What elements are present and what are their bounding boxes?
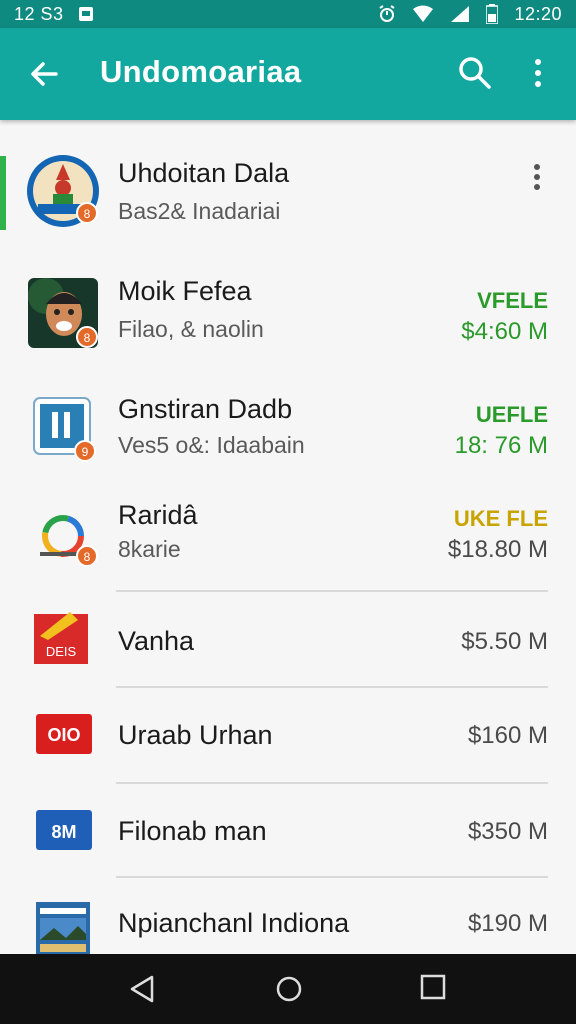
icon-label: DEIS (46, 644, 77, 659)
red-card-app-icon: DEIS (34, 612, 88, 664)
page-title: Undomoariaa (100, 54, 302, 89)
battery-icon (486, 4, 499, 24)
list-item[interactable]: OIO Uraab Urhan $160 M (0, 688, 576, 782)
more-vert-icon[interactable] (528, 56, 548, 90)
icon-label: 8M (51, 822, 76, 842)
app-subtitle: 8karie (118, 536, 181, 562)
emblem-app-icon: 8 (27, 155, 99, 227)
list-item[interactable]: 8 Uhdoitan Dala Bas2& Inadariai (0, 120, 576, 240)
badge-count: 8 (84, 550, 91, 564)
list-item[interactable]: 9 Gnstiran Dadb Ves5 o&: Idaabain UEFLE … (0, 356, 576, 472)
app-list: 8 Uhdoitan Dala Bas2& Inadariai 8 Moik F… (0, 120, 576, 954)
update-status: UEFLE (475, 402, 548, 427)
notification-icon (78, 7, 93, 21)
app-size: $190 M (467, 910, 548, 937)
app-size: 18: 76 M (454, 432, 548, 459)
app-name: Gnstiran Dadb (118, 394, 293, 424)
nav-back-icon[interactable] (128, 974, 158, 1004)
back-arrow-icon[interactable] (26, 56, 62, 92)
active-indicator (0, 156, 6, 230)
app-name: Uhdoitan Dala (118, 158, 290, 188)
list-item[interactable]: Npianchanl Indiona $190 M (0, 878, 576, 954)
app-subtitle: Ves5 o&: Idaabain (118, 432, 305, 458)
alarm-icon (379, 5, 396, 22)
status-bar-right: 12:20 (378, 4, 562, 25)
app-name: Moik Fefea (118, 276, 252, 306)
poster-app-icon (36, 902, 90, 954)
status-left-text: 12 S3 (14, 3, 64, 24)
status-bar-left: 12 S3 (14, 4, 94, 25)
ring-app-icon: 8 (40, 515, 98, 567)
app-name: Filonab man (118, 816, 267, 846)
app-bar: Undomoariaa (0, 28, 576, 120)
navigation-bar (0, 954, 576, 1024)
app-size: $18.80 M (447, 536, 548, 563)
list-item[interactable]: 8M Filonab man $350 M (0, 784, 576, 878)
row-more-icon[interactable] (530, 162, 544, 192)
status-bar: 12 S3 12:20 (0, 0, 576, 28)
app-name: Uraab Urhan (118, 720, 273, 750)
app-size: $350 M (467, 818, 548, 845)
badge-count: 8 (84, 331, 91, 345)
letter-app-icon: 9 (33, 397, 96, 462)
search-icon[interactable] (458, 56, 492, 90)
app-name: Npianchanl Indiona (118, 908, 350, 938)
app-size: $4:60 M (461, 318, 548, 345)
update-status: UKE FLE (453, 506, 548, 531)
wifi-icon (413, 5, 434, 22)
badge-count: 9 (82, 445, 89, 459)
face-app-icon: 8 (28, 278, 98, 348)
list-item[interactable]: DEIS Vanha $5.50 M (0, 592, 576, 686)
list-item[interactable]: 8 Raridâ 8karie UKE FLE $18.80 M (0, 472, 576, 592)
app-name: Raridâ (118, 500, 198, 530)
signal-icon (451, 6, 470, 22)
nav-home-icon[interactable] (274, 974, 304, 1004)
app-subtitle: Bas2& Inadariai (118, 198, 281, 224)
badge-count: 8 (84, 207, 91, 221)
app-size: $160 M (467, 722, 548, 749)
red-label-app-icon: OIO (36, 714, 92, 754)
icon-label: OIO (47, 725, 80, 745)
blue-label-app-icon: 8M (36, 810, 92, 850)
status-time: 12:20 (514, 3, 562, 24)
list-item[interactable]: 8 Moik Fefea Filao, & naolin VFELE $4:60… (0, 240, 576, 356)
nav-recent-icon[interactable] (420, 974, 446, 1000)
update-status: VFELE (477, 288, 548, 313)
app-subtitle: Filao, & naolin (118, 316, 264, 342)
app-size: $5.50 M (461, 628, 548, 655)
app-name: Vanha (118, 626, 195, 656)
